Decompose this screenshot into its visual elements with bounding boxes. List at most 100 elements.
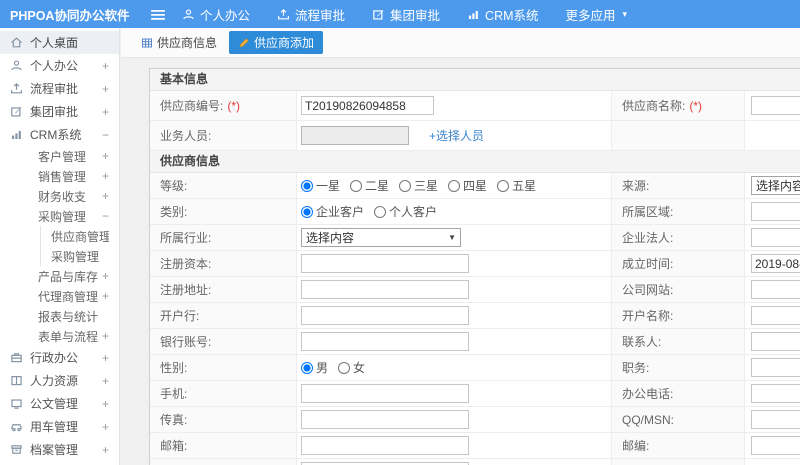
radio-input[interactable] [448, 179, 461, 192]
topbar-nav-item[interactable]: 流程审批 [277, 5, 345, 24]
radio-input[interactable] [301, 205, 313, 218]
topbar-nav-item[interactable]: 更多应用 ▾ [566, 5, 628, 24]
text-input[interactable] [301, 436, 469, 455]
radio-option[interactable]: 三星 [399, 177, 438, 194]
radio-input[interactable] [350, 179, 363, 192]
text-input[interactable] [751, 306, 800, 325]
expand-toggle-icon[interactable]: + [102, 105, 109, 119]
text-input[interactable] [301, 410, 469, 429]
select-person-link[interactable]: +选择人员 [429, 127, 484, 144]
text-input[interactable] [301, 384, 469, 403]
content-area: 供应商信息供应商添加基本信息供应商编号:(*)供应商名称:(*)业务人员:+选择… [121, 28, 800, 465]
text-input[interactable] [751, 358, 800, 377]
sidebar-item[interactable]: 档案管理 + [0, 438, 119, 461]
supplier-info-tab[interactable]: 供应商信息 [135, 31, 223, 54]
text-input[interactable] [301, 96, 434, 115]
form-label: 注册资本: [160, 257, 212, 271]
radio-option[interactable]: 一星 [301, 177, 340, 194]
text-input[interactable] [301, 306, 469, 325]
radio-option[interactable]: 五星 [497, 177, 536, 194]
form-row: 性别: 男女职务: [150, 355, 800, 381]
topbar-nav-item[interactable]: 集团审批 [372, 5, 440, 24]
topbar-nav-item[interactable]: 个人办公 [182, 5, 250, 24]
expand-toggle-icon[interactable]: + [102, 443, 109, 457]
radio-option[interactable]: 男 [301, 359, 328, 376]
sidebar-item[interactable]: 个人桌面 [0, 31, 119, 54]
sidebar-item[interactable]: 供应商管理 [40, 226, 119, 246]
sidebar-item[interactable]: 表单与流程设置 + [0, 326, 119, 346]
sidebar-item[interactable]: 产品与库存 + [0, 266, 119, 286]
expand-toggle-icon[interactable]: + [102, 374, 109, 388]
sidebar-item[interactable]: 行政办公 + [0, 346, 119, 369]
radio-input[interactable] [301, 179, 313, 192]
edit-icon [10, 105, 23, 118]
radio-option-label: 企业客户 [316, 205, 365, 219]
text-input[interactable] [301, 254, 469, 273]
sidebar-item-label: 流程审批 [30, 82, 79, 96]
radio-option[interactable]: 个人客户 [374, 203, 437, 220]
supplier-add-tab[interactable]: 供应商添加 [229, 31, 324, 54]
expand-toggle-icon[interactable]: + [102, 149, 109, 163]
radio-input[interactable] [301, 361, 313, 374]
expand-toggle-icon[interactable]: + [102, 420, 109, 434]
expand-toggle-icon[interactable]: − [102, 128, 109, 142]
text-input[interactable] [751, 228, 800, 247]
expand-toggle-icon[interactable]: + [102, 269, 109, 283]
radio-input[interactable] [399, 179, 412, 192]
topbar-nav-item[interactable]: CRM系统 [467, 5, 539, 24]
sidebar-item[interactable]: CRM系统 − [0, 123, 119, 146]
expand-toggle-icon[interactable]: + [102, 59, 109, 73]
sidebar-item[interactable]: 销售管理 + [0, 166, 119, 186]
sidebar-item[interactable]: 代理商管理 + [0, 286, 119, 306]
text-input[interactable] [751, 254, 800, 273]
text-input[interactable] [751, 384, 800, 403]
sidebar-item[interactable]: 客户管理 + [0, 146, 119, 166]
text-input[interactable] [751, 436, 800, 455]
sidebar-item[interactable]: 采购管理 − [0, 206, 119, 226]
radio-input[interactable] [338, 361, 351, 374]
expand-toggle-icon[interactable]: + [102, 82, 109, 96]
sidebar-item[interactable]: 财务收支 + [0, 186, 119, 206]
expand-toggle-icon[interactable]: + [102, 351, 109, 365]
form-field-cell [297, 277, 612, 302]
expand-toggle-icon[interactable]: + [102, 289, 109, 303]
form-label-cell: 公司网站: [612, 277, 745, 302]
radio-option[interactable]: 女 [338, 359, 365, 376]
form-label-cell: 企业法人: [612, 225, 745, 250]
text-input[interactable] [751, 202, 800, 221]
radio-input[interactable] [374, 205, 387, 218]
sidebar-item[interactable]: 用车管理 + [0, 415, 119, 438]
sidebar-item[interactable]: 人力资源 + [0, 369, 119, 392]
text-input[interactable] [301, 126, 409, 145]
form-label-cell: 等级: [150, 173, 297, 198]
expand-toggle-icon[interactable]: + [102, 397, 109, 411]
sidebar-item[interactable]: 集团审批 + [0, 100, 119, 123]
text-input[interactable] [751, 332, 800, 351]
select-box[interactable]: 选择内容▼ [751, 176, 800, 195]
text-input[interactable] [751, 410, 800, 429]
radio-option-label: 四星 [463, 179, 488, 193]
select-box[interactable]: 选择内容▼ [301, 228, 461, 247]
sidebar-item[interactable]: 公文管理 + [0, 392, 119, 415]
expand-toggle-icon[interactable]: + [102, 189, 109, 203]
form-field-cell [745, 225, 800, 250]
user-icon [182, 8, 195, 21]
sidebar-item[interactable]: 采购管理 [40, 246, 119, 266]
radio-input[interactable] [497, 179, 510, 192]
text-input[interactable] [301, 332, 469, 351]
sidebar-item[interactable]: 流程审批 + [0, 77, 119, 100]
caret-down-icon: ▾ [622, 8, 628, 19]
sidebar-item[interactable]: 报表与统计 [0, 306, 119, 326]
radio-option[interactable]: 四星 [448, 177, 487, 194]
radio-option-label: 五星 [512, 179, 537, 193]
sidebar-item[interactable]: 个人办公 + [0, 54, 119, 77]
text-input[interactable] [301, 280, 469, 299]
text-input[interactable] [751, 96, 800, 115]
text-input[interactable] [751, 280, 800, 299]
menu-icon[interactable] [150, 8, 166, 20]
expand-toggle-icon[interactable]: + [102, 329, 109, 343]
expand-toggle-icon[interactable]: + [102, 169, 109, 183]
radio-option[interactable]: 二星 [350, 177, 389, 194]
expand-toggle-icon[interactable]: − [102, 209, 109, 223]
radio-option[interactable]: 企业客户 [301, 203, 364, 220]
